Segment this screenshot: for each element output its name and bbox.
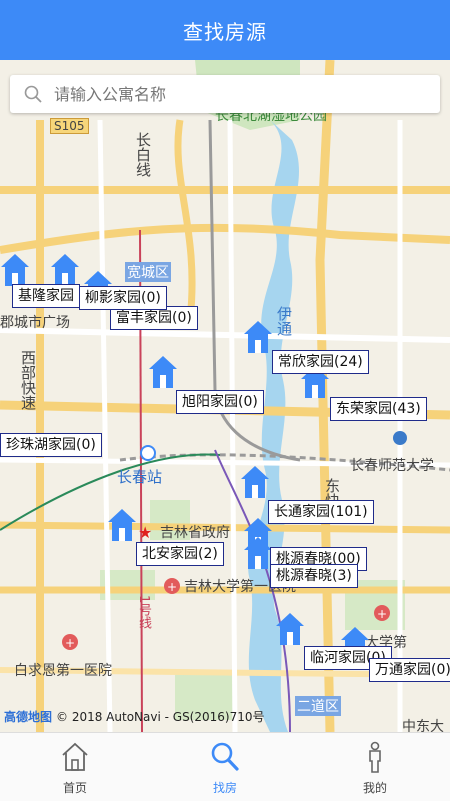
listing-label[interactable]: 桃源春晓(3) xyxy=(270,564,358,588)
place-label-normal-university: 长春师范大学 xyxy=(350,458,434,474)
place-label-station: 长春站 xyxy=(117,468,163,486)
house-pin-icon[interactable] xyxy=(240,465,270,499)
highway-badge: S105 xyxy=(50,118,89,134)
svg-text:+: + xyxy=(167,580,177,594)
listing-label[interactable]: 珍珠湖家园(0) xyxy=(0,433,102,457)
listing-label[interactable]: 北安家园(2) xyxy=(136,542,224,566)
listing-label[interactable]: 东荣家园(43) xyxy=(330,397,427,421)
search-bar[interactable] xyxy=(10,75,440,113)
search-icon xyxy=(24,85,42,103)
page-title: 查找房源 xyxy=(183,19,267,44)
house-pin-icon[interactable] xyxy=(0,253,30,287)
bottom-tab-bar: 首页 找房 我的 xyxy=(0,732,450,801)
house-pin-icon[interactable] xyxy=(148,355,178,389)
listing-label[interactable]: 常欣家园(24) xyxy=(272,350,369,374)
place-label-provgov: 吉林省政府 xyxy=(160,525,230,541)
house-pin-icon[interactable] xyxy=(275,612,305,646)
amap-logo: 高德地图 xyxy=(4,710,53,724)
svg-text:+: + xyxy=(65,636,75,650)
svg-text:+: + xyxy=(377,607,387,621)
listing-label[interactable]: 柳影家园(0) xyxy=(79,286,167,310)
house-pin-icon[interactable] xyxy=(107,508,137,542)
person-icon xyxy=(369,741,381,773)
tab-home[interactable]: 首页 xyxy=(0,733,150,801)
map-copyright: 高德地图 © 2018 AutoNavi - GS(2016)710号 xyxy=(4,708,265,725)
tab-label: 我的 xyxy=(362,781,387,795)
tab-label: 找房 xyxy=(212,781,237,795)
river-label-yitong: 伊通 xyxy=(275,306,293,336)
metro-label-line1: 1号线 xyxy=(136,595,151,630)
search-icon xyxy=(211,742,239,771)
app-header: 查找房源 xyxy=(0,0,450,60)
listing-label[interactable]: 长通家园(101) xyxy=(268,500,374,524)
map-view[interactable]: ★ + + + S105 长春北湖湿地公园 宽城区 郡城市广场 长春站 吉林省政… xyxy=(0,60,450,732)
svg-text:★: ★ xyxy=(138,523,152,542)
listing-label[interactable]: 万通家园(0) xyxy=(369,658,450,682)
house-pin-icon[interactable] xyxy=(50,253,80,287)
road-label-changtian: 长白线 xyxy=(134,132,152,177)
tab-label: 首页 xyxy=(62,781,87,795)
road-label-xibu: 西部快速 xyxy=(19,350,37,410)
place-label-bqe-hospital: 白求恩第一医院 xyxy=(14,663,112,679)
district-label-kuancheng: 宽城区 xyxy=(125,262,171,282)
search-input[interactable] xyxy=(52,83,416,105)
tab-mine[interactable]: 我的 xyxy=(300,733,450,801)
home-icon xyxy=(62,742,88,771)
tab-find-house[interactable]: 找房 xyxy=(150,733,300,801)
listing-label[interactable]: 旭阳家园(0) xyxy=(176,390,264,414)
place-label-plaza: 郡城市广场 xyxy=(0,315,70,331)
place-label-zd: 中东大 xyxy=(402,719,444,732)
listing-label[interactable]: 基隆家园 xyxy=(12,284,80,308)
copyright-text: © 2018 AutoNavi - GS(2016)710号 xyxy=(56,710,265,724)
house-pin-icon[interactable] xyxy=(243,536,273,570)
house-pin-icon[interactable] xyxy=(243,320,273,354)
district-label-erdao: 二道区 xyxy=(295,696,341,716)
